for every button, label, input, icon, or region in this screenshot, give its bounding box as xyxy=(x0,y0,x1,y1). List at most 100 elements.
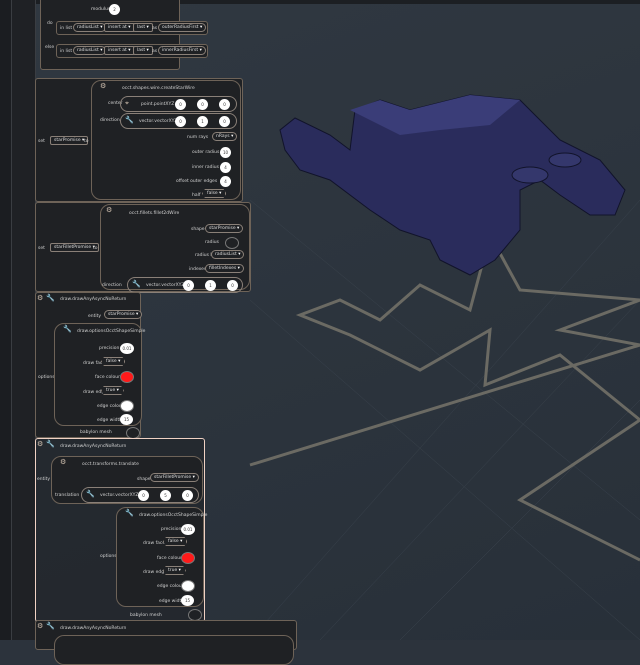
variable-dropdown[interactable]: starFilletPromise xyxy=(50,243,99,252)
vector-xyz-block[interactable]: 🔧 vector.vectorXYZ 0 1 0 xyxy=(120,113,237,129)
modulus-value[interactable]: 2 xyxy=(109,4,120,15)
precision-input[interactable]: 0.01 xyxy=(120,343,134,354)
do-list-insert-block[interactable]: in list radiusList insert at last as out… xyxy=(56,21,208,35)
list-dropdown[interactable]: radiusList xyxy=(73,46,107,55)
direction-label: direction xyxy=(100,118,120,123)
face-colour-swatch[interactable] xyxy=(181,552,195,564)
else-label: else xyxy=(45,45,55,50)
edge-width-input[interactable]: 15 xyxy=(120,414,133,425)
draw-options-block[interactable]: 🔧 draw.optionsOcctShapeSimple precision … xyxy=(116,507,207,607)
z-input[interactable]: 0 xyxy=(227,280,238,291)
x-input[interactable]: 0 xyxy=(175,116,186,127)
as-label: as xyxy=(152,26,158,31)
draw-faces-dropdown[interactable]: false xyxy=(101,357,126,366)
babylon-mesh-label: babylon mesh xyxy=(80,430,112,435)
y-input[interactable]: 0 xyxy=(197,99,208,110)
vector-fn: vector.vectorXYZ xyxy=(146,283,185,288)
z-input[interactable]: 0 xyxy=(219,116,230,127)
fillet-2d-wire-block[interactable]: ⚙ occt.fillets.fillet2dWire shape starPr… xyxy=(100,204,250,293)
edge-colour-swatch[interactable] xyxy=(181,580,195,592)
vector-xyz-block[interactable]: 🔧 vector.vectorXYZ 0 1 0 xyxy=(127,277,243,293)
face-colour-swatch[interactable] xyxy=(120,371,134,383)
translate-block[interactable]: ⚙ occt.transforms.translate shape starFi… xyxy=(51,456,203,504)
draw-block[interactable]: ⚙ 🔧 draw.drawAnyAsyncNoReturn entity sta… xyxy=(35,292,145,439)
set-fillet-block[interactable]: set starFilletPromise to ⚙ occt.fillets.… xyxy=(35,202,251,293)
shape-dropdown[interactable]: starPromise xyxy=(205,224,244,233)
x-input[interactable]: 0 xyxy=(175,99,186,110)
gear-icon[interactable]: ⚙ xyxy=(106,206,112,214)
else-list-insert-block[interactable]: in list radiusList insert at last as inn… xyxy=(56,44,208,58)
radius-list-dropdown[interactable]: radiusList xyxy=(211,250,245,259)
function-name: draw.drawAnyAsyncNoReturn xyxy=(60,297,127,302)
draw-faces-dropdown[interactable]: false xyxy=(163,537,188,546)
draw-options-block[interactable]: 🔧 draw.optionsOcctShapeSimple precision … xyxy=(54,323,145,426)
outer-radius-label: outer radius xyxy=(192,150,220,155)
y-input[interactable]: 1 xyxy=(197,116,208,127)
edge-colour-swatch[interactable] xyxy=(120,400,134,412)
y-input[interactable]: 1 xyxy=(205,280,216,291)
list-dropdown[interactable]: radiusList xyxy=(73,23,107,32)
grid xyxy=(249,199,640,640)
gear-icon[interactable]: ⚙ xyxy=(37,622,43,630)
as-label: as xyxy=(152,49,158,54)
half-label: half xyxy=(192,193,201,198)
mode-dropdown[interactable]: insert at xyxy=(104,46,135,55)
set-star-block[interactable]: set starPromise to ⚙ occt.shapes.wire.cr… xyxy=(35,78,243,202)
offset-input[interactable]: 4 xyxy=(220,176,231,187)
function-name: occt.shapes.wire.createStarWire xyxy=(122,86,195,91)
num-rays-dropdown[interactable]: nRays xyxy=(212,132,238,141)
face-colour-label: face colour xyxy=(95,375,120,380)
y-input[interactable]: 5 xyxy=(160,490,171,501)
workspace-gutter xyxy=(12,0,36,640)
gear-icon[interactable]: ⚙ xyxy=(60,458,66,466)
where-dropdown[interactable]: last xyxy=(133,23,153,32)
x-input[interactable]: 0 xyxy=(138,490,149,501)
indexes-label: indexes xyxy=(189,267,207,272)
value-dropdown[interactable]: innerRadiusFirst xyxy=(158,46,206,55)
gear-icon[interactable]: ⚙ xyxy=(37,440,43,448)
do-label: do xyxy=(47,21,53,26)
where-dropdown[interactable]: last xyxy=(133,46,153,55)
wrench-icon: 🔧 xyxy=(125,116,134,124)
function-name: occt.fillets.fillet2dWire xyxy=(129,211,180,216)
vector-fn: vector.vectorXYZ xyxy=(100,493,139,498)
draw-edges-dropdown[interactable]: true xyxy=(163,566,186,575)
point-fn: point.pointXYZ xyxy=(141,102,175,107)
shape-label: shape xyxy=(137,477,151,482)
radius-input[interactable] xyxy=(225,237,239,249)
draw-block-selected[interactable]: ⚙ 🔧 draw.drawAnyAsyncNoReturn entity ⚙ o… xyxy=(35,438,207,622)
vector-xyz-block[interactable]: 🔧 vector.vectorXYZ 0 5 0 xyxy=(81,487,199,503)
z-input[interactable]: 0 xyxy=(182,490,193,501)
half-dropdown[interactable]: false xyxy=(202,189,227,198)
function-name: occt.transforms.translate xyxy=(82,462,139,467)
outer-radius-input[interactable]: 10 xyxy=(220,147,231,158)
draw-edges-dropdown[interactable]: true xyxy=(101,386,124,395)
entity-label: entity xyxy=(37,477,51,482)
wrench-icon: 🔧 xyxy=(132,280,141,288)
face-colour-label: face colour xyxy=(157,556,182,561)
z-input[interactable]: 0 xyxy=(219,99,230,110)
create-star-wire-block[interactable]: ⚙ occt.shapes.wire.createStarWire center… xyxy=(91,80,241,200)
wrench-icon: 🔧 xyxy=(86,490,95,498)
shape-dropdown[interactable]: starFilletPromise xyxy=(150,473,199,482)
value-dropdown[interactable]: outerRadiusFirst xyxy=(158,23,207,32)
wrench-icon: 🔧 xyxy=(46,622,55,630)
point-xyz-block[interactable]: ⌖ point.pointXYZ 0 0 0 xyxy=(120,96,237,112)
inner-radius-input[interactable]: 4 xyxy=(220,162,231,173)
gear-icon[interactable]: ⚙ xyxy=(100,82,106,90)
gear-icon[interactable]: ⚙ xyxy=(37,294,43,302)
function-name: draw.drawAnyAsyncNoReturn xyxy=(60,444,127,449)
edge-width-label: edge width xyxy=(97,418,123,423)
indexes-dropdown[interactable]: filletIndexes xyxy=(205,264,244,273)
entity-dropdown[interactable]: starPromise xyxy=(104,310,143,319)
toolbox-sidebar[interactable] xyxy=(0,0,12,640)
x-input[interactable]: 0 xyxy=(183,280,194,291)
edge-width-input[interactable]: 15 xyxy=(181,595,194,606)
direction-label: direction xyxy=(102,283,122,288)
variable-dropdown[interactable]: starPromise xyxy=(50,136,89,145)
mode-dropdown[interactable]: insert at xyxy=(104,23,135,32)
if-else-block[interactable]: modulus 2 do else xyxy=(40,0,180,70)
draw-block[interactable]: ⚙ 🔧 draw.drawAnyAsyncNoReturn xyxy=(35,620,297,665)
precision-input[interactable]: 0.01 xyxy=(181,524,195,535)
wrench-icon: 🔧 xyxy=(46,440,55,448)
